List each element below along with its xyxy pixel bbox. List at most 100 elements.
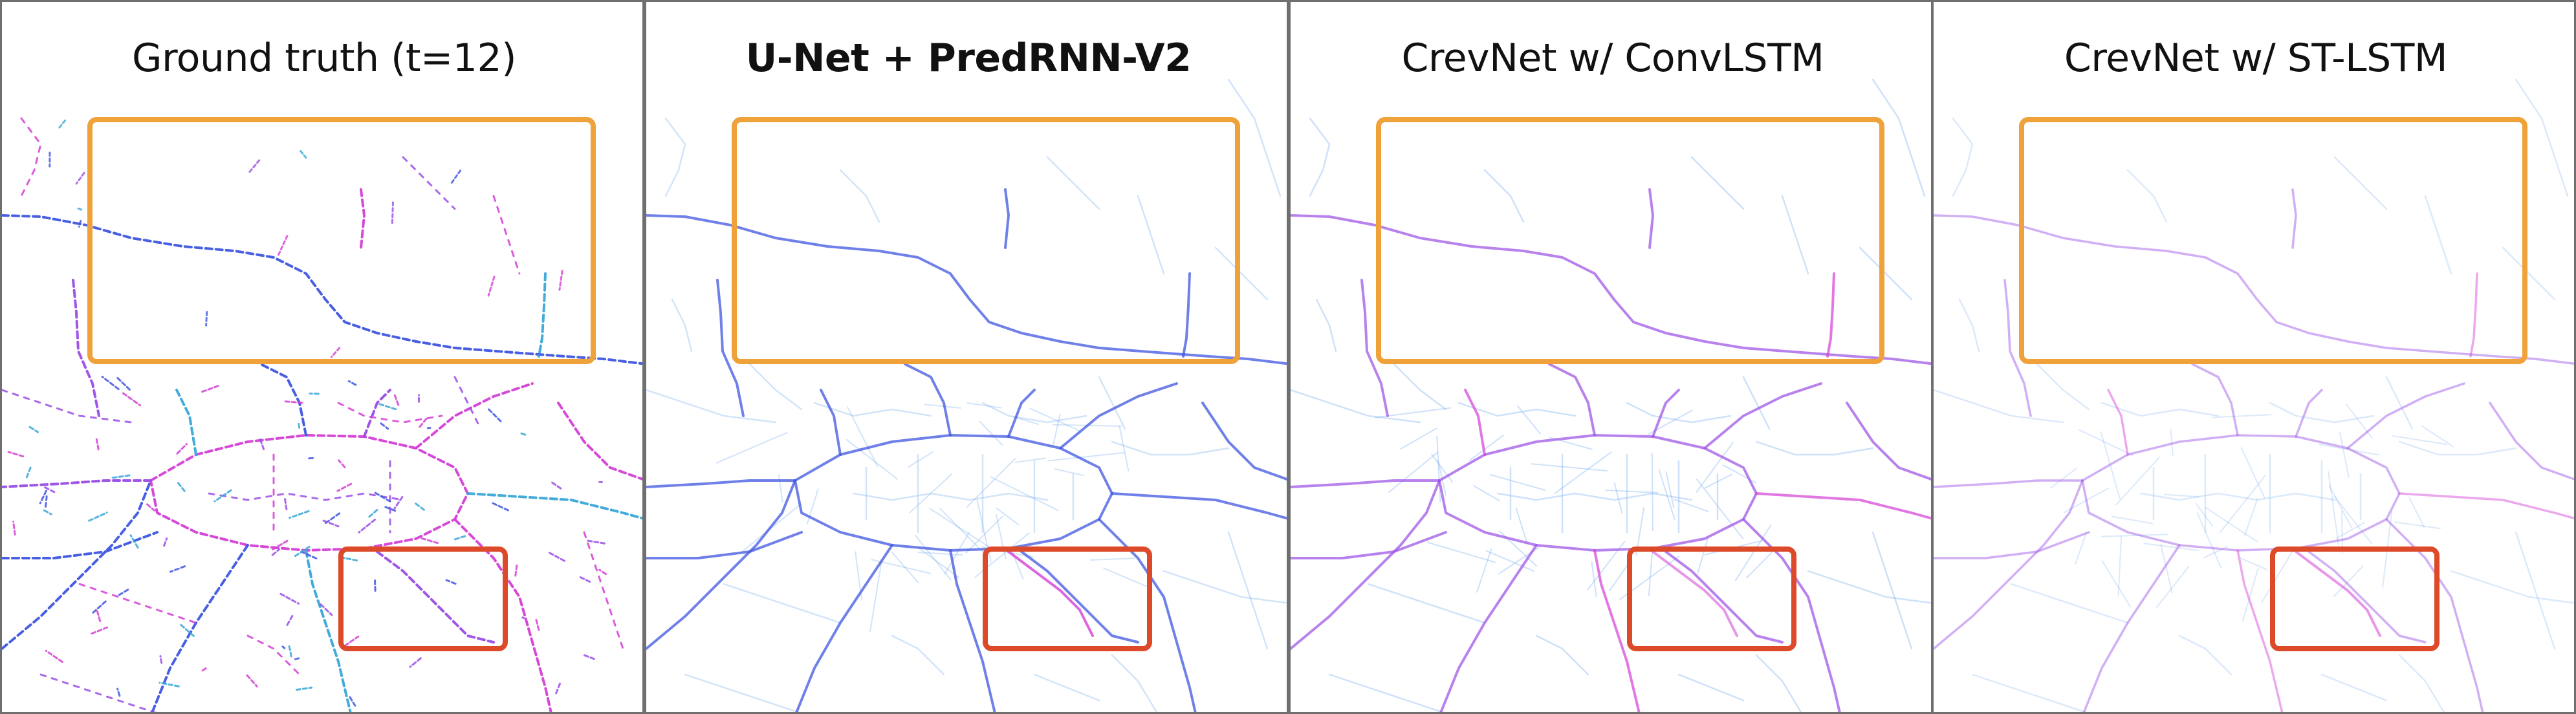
road-segment [2010, 583, 2129, 624]
road-segment [852, 492, 1049, 501]
road-segment [1029, 407, 1080, 431]
road-segment [550, 481, 562, 490]
road-segment [1515, 507, 1528, 544]
road-segment [583, 531, 624, 650]
road-segment [7, 451, 25, 458]
road-segment [1613, 482, 1623, 514]
panel-ground-truth: Ground truth (t=12) [0, 0, 644, 714]
road-segment [1469, 435, 1504, 462]
road-segment [378, 403, 397, 411]
panel-crevnet-convlstm: CrevNet w/ ConvLSTM [1289, 0, 1933, 714]
road-segment [1473, 485, 1500, 502]
road-segment [2170, 428, 2174, 456]
road-segment [77, 208, 85, 211]
road-segment [491, 501, 509, 512]
road-segment [1652, 389, 1680, 438]
road-segment [557, 402, 642, 481]
road-segment [2242, 568, 2259, 622]
road-segment [409, 657, 422, 668]
road-segment [1626, 402, 1732, 424]
road-segment [101, 376, 120, 391]
road-segment [466, 492, 642, 520]
road-segment [288, 644, 292, 658]
road-segment [1971, 673, 2088, 712]
road-segment [1227, 531, 1269, 650]
road-segment [547, 551, 565, 562]
road-segment [78, 583, 197, 624]
road-segment [284, 498, 288, 511]
road-segment [2515, 531, 2556, 650]
road-segment [1033, 673, 1100, 702]
road-segment [2394, 521, 2441, 530]
road-segment [453, 376, 482, 430]
road-segment [923, 404, 961, 409]
road-segment [279, 592, 300, 605]
road-segment [1439, 544, 1538, 712]
road-segment [715, 431, 788, 464]
road-segment [2, 479, 152, 650]
road-segment [393, 394, 400, 406]
road-segment [1489, 473, 1546, 491]
road-segment [2398, 654, 2445, 712]
road-segment [579, 576, 593, 584]
highlight-box-top [87, 117, 596, 364]
panel-title-crevnet-convlstm: CrevNet w/ ConvLSTM [1401, 36, 1825, 81]
road-segment [116, 589, 129, 597]
road-segment [1531, 463, 1608, 472]
road-segment [2243, 498, 2258, 537]
road-segment [25, 464, 32, 479]
road-segment [1677, 673, 1745, 702]
highlight-box-top [1376, 117, 1884, 364]
road-segment [39, 490, 47, 504]
road-segment [979, 420, 1003, 446]
road-segment [2398, 492, 2574, 520]
road-segment [1755, 654, 1802, 712]
road-segment [2205, 507, 2258, 543]
road-segment [2178, 634, 2232, 676]
road-segment [159, 655, 163, 664]
road-segment [1388, 451, 1439, 493]
road-segment [415, 382, 534, 449]
road-segment [285, 614, 294, 629]
road-segment [426, 426, 431, 429]
road-segment [1162, 570, 1287, 604]
road-segment [146, 503, 156, 512]
road-segment [2081, 434, 2401, 552]
road-segment [1934, 531, 2090, 559]
road-segment [246, 674, 258, 687]
road-segment [294, 657, 300, 660]
panel-crevnet-stlstm: CrevNet w/ ST-LSTM [1932, 0, 2576, 714]
road-segment [2, 389, 133, 424]
road-segment [748, 363, 803, 411]
road-segment [2328, 471, 2339, 546]
road-segment [281, 645, 286, 649]
road-segment [78, 219, 82, 228]
road-segment [1400, 427, 1437, 450]
road-segment [2385, 376, 2414, 430]
road-segment [996, 507, 1020, 526]
road-segment [92, 599, 108, 614]
road-segment [1846, 402, 1931, 481]
road-segment [298, 422, 301, 429]
road-segment [1201, 402, 1287, 481]
road-segment [1755, 440, 1874, 456]
figure: Ground truth (t=12) U-Net + PredRNN-V2 C… [0, 0, 2576, 714]
road-segment [208, 492, 404, 501]
road-segment [2163, 493, 2200, 498]
road-segment [778, 474, 783, 503]
road-segment [908, 451, 933, 468]
road-segment [1426, 541, 1496, 563]
road-segment [110, 474, 131, 479]
road-segment [2, 531, 158, 559]
road-segment [981, 402, 1087, 424]
road-segment [2101, 560, 2132, 608]
road-segment [2082, 544, 2181, 712]
road-segment [820, 389, 842, 456]
road-segment [646, 389, 777, 424]
road-segment [1742, 376, 1771, 430]
road-segment [2398, 440, 2517, 456]
road-segment [671, 298, 693, 352]
road-segment [44, 495, 48, 510]
panel-unet-predrnn: U-Net + PredRNN-V2 [644, 0, 1289, 714]
road-segment [915, 535, 952, 581]
